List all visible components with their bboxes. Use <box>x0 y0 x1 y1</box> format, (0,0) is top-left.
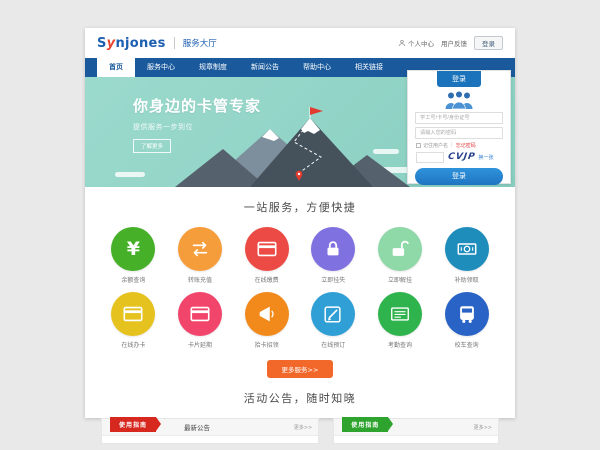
service-subsidy-collection[interactable]: 补助领取 <box>445 227 489 284</box>
service-label: 立即解挂 <box>378 275 422 284</box>
service-label: 在线预订 <box>311 340 355 349</box>
hero-cta-button[interactable]: 了解更多 <box>133 139 171 153</box>
latest-announcements-tab[interactable]: 最新公告 <box>184 422 210 432</box>
nav-item-links[interactable]: 相关链接 <box>343 58 395 77</box>
service-school-bus-inquiry[interactable]: 校车查询 <box>445 292 489 349</box>
lock-open-icon <box>389 238 411 260</box>
service-label: 立即挂失 <box>311 275 355 284</box>
service-label: 余额查询 <box>111 275 155 284</box>
announcement-panels: 使用指南 最新公告 更多>> 使用指南 更多>> <box>101 418 499 444</box>
personal-center-label: 个人中心 <box>408 38 434 48</box>
service-label: 拾卡招领 <box>245 340 289 349</box>
usage-guide-ribbon-tab[interactable]: 使用指南 <box>342 417 388 432</box>
hero-subtitle: 提供服务一步到位 <box>133 122 261 132</box>
username-input[interactable] <box>415 112 503 124</box>
hero-banner: 你身边的卡管专家 提供服务一步到位 了解更多 登录 <box>85 77 515 187</box>
forgot-password-link[interactable]: 忘记密码 <box>456 142 476 149</box>
banknote-icon <box>456 238 478 260</box>
captcha-refresh-link[interactable]: 换一张 <box>479 154 494 161</box>
captcha-row: CVJP 换一张 <box>416 152 502 163</box>
usage-guide-ribbon-tab[interactable]: 使用指南 <box>110 417 156 432</box>
remember-row: 记住用户名 | 忘记密码 <box>416 142 502 149</box>
header-user-menu: 个人中心 用户反馈 登录 <box>398 36 503 50</box>
password-input[interactable] <box>415 127 503 139</box>
more-link[interactable]: 更多>> <box>474 424 492 431</box>
transfer-arrows-icon <box>189 238 211 260</box>
nav-item-help-center[interactable]: 帮助中心 <box>291 58 343 77</box>
hero-title: 你身边的卡管专家 <box>133 95 261 116</box>
announcements-title: 活动公告，随时知晓 <box>85 390 515 406</box>
service-label: 校车查询 <box>445 340 489 349</box>
divider: | <box>451 142 453 148</box>
header: Synjones 服务大厅 个人中心 用户反馈 登录 <box>85 28 515 58</box>
hero-text: 你身边的卡管专家 提供服务一步到位 了解更多 <box>133 95 261 153</box>
service-label: 考勤查询 <box>378 340 422 349</box>
users-icon <box>439 90 479 109</box>
remember-checkbox[interactable] <box>416 143 421 148</box>
service-found-card-claim[interactable]: 拾卡招领 <box>245 292 289 349</box>
panel-header: 使用指南 最新公告 更多>> <box>102 419 318 436</box>
user-icon <box>398 39 406 47</box>
nav-item-regulations[interactable]: 规章制度 <box>187 58 239 77</box>
list-icon <box>389 303 411 325</box>
service-label: 卡片延期 <box>178 340 222 349</box>
service-report-loss[interactable]: 立即挂失 <box>311 227 355 284</box>
nav-item-service-center[interactable]: 服务中心 <box>135 58 187 77</box>
logo[interactable]: Synjones <box>97 36 166 51</box>
bank-card-icon <box>122 303 144 325</box>
service-attendance-inquiry[interactable]: 考勤查询 <box>378 292 422 349</box>
bus-icon <box>456 303 478 325</box>
site-name: 服务大厅 <box>174 37 217 49</box>
service-label: 在线缴费 <box>245 275 289 284</box>
captcha-input[interactable] <box>416 152 444 163</box>
nav-item-news[interactable]: 新闻公告 <box>239 58 291 77</box>
service-balance-inquiry[interactable]: ¥ 余额查询 <box>111 227 155 284</box>
header-login-button[interactable]: 登录 <box>474 36 503 50</box>
lock-closed-icon <box>322 238 344 260</box>
more-services-button[interactable]: 更多服务>> <box>267 360 333 378</box>
service-online-payment[interactable]: 在线缴费 <box>245 227 289 284</box>
user-feedback-label: 用户反馈 <box>441 38 467 48</box>
personal-center-link[interactable]: 个人中心 <box>398 38 434 48</box>
login-panel: 登录 记住用户名 | 忘记密码 CVJP 换一张 登录 <box>407 70 511 184</box>
guide-panel: 使用指南 最新公告 更多>> <box>101 418 319 444</box>
cloud <box>115 172 145 177</box>
services-title: 一站服务，方便快捷 <box>85 199 515 215</box>
logo-text: S <box>97 36 107 51</box>
yen-icon: ¥ <box>127 240 140 259</box>
more-link[interactable]: 更多>> <box>294 424 312 431</box>
captcha-image[interactable]: CVJP <box>447 152 476 162</box>
bank-card-icon <box>189 303 211 325</box>
logo-text-rest: njones <box>115 36 165 51</box>
service-cancel-loss[interactable]: 立即解挂 <box>378 227 422 284</box>
remember-label: 记住用户名 <box>423 142 448 149</box>
service-transfer-recharge[interactable]: 转账充值 <box>178 227 222 284</box>
service-label: 在线办卡 <box>111 340 155 349</box>
edit-icon <box>322 303 344 325</box>
nav-item-home[interactable]: 首页 <box>97 58 135 77</box>
service-label: 补助领取 <box>445 275 489 284</box>
login-tab[interactable]: 登录 <box>437 71 481 87</box>
user-feedback-link[interactable]: 用户反馈 <box>441 38 467 48</box>
bank-card-icon <box>256 238 278 260</box>
megaphone-icon <box>256 303 278 325</box>
panel-header: 使用指南 更多>> <box>334 419 498 436</box>
announcements-section: 活动公告，随时知晓 使用指南 最新公告 更多>> 使用指南 更多>> <box>85 390 515 444</box>
guide-panel-2: 使用指南 更多>> <box>333 418 499 444</box>
service-label: 转账充值 <box>178 275 222 284</box>
services-section: 一站服务，方便快捷 ¥ 余额查询 转账充值 在线缴费 <box>85 187 515 378</box>
service-card-extension[interactable]: 卡片延期 <box>178 292 222 349</box>
services-grid: ¥ 余额查询 转账充值 在线缴费 立即挂失 <box>100 227 500 349</box>
login-submit-button[interactable]: 登录 <box>415 168 503 185</box>
service-online-booking[interactable]: 在线预订 <box>311 292 355 349</box>
service-online-card-apply[interactable]: 在线办卡 <box>111 292 155 349</box>
page: Synjones 服务大厅 个人中心 用户反馈 登录 首页 服务中心 规章制度 … <box>85 28 515 418</box>
